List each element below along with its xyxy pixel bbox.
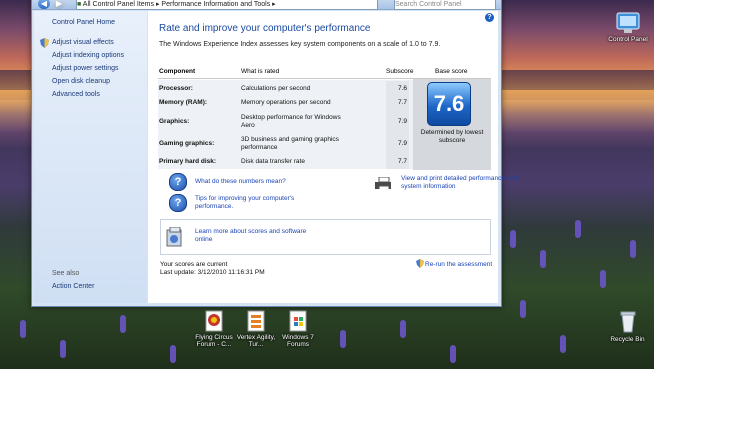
recycle-bin-icon [620,311,635,333]
control-panel-icon [616,12,640,33]
desktop-icon-windows7-forums[interactable]: Windows 7 Forums [278,310,318,348]
score-table: Component What is rated Subscore Base sc… [158,68,491,172]
desktop-background: Control Panel Recycle Bin Flying Circus … [0,0,654,369]
flower-decoration [20,320,26,338]
page-subtitle: The Windows Experience Index assesses ke… [159,41,441,48]
sidebar-control-panel-home[interactable]: Control Panel Home [52,19,115,26]
desktop-icon-vertex[interactable]: Vertex Agility, Tur... [236,310,276,348]
sidebar-item-power[interactable]: Adjust power settings [52,65,119,72]
main-content: ? Rate and improve your computer's perfo… [148,11,518,303]
link-view-print-details[interactable]: View and print detailed performance and … [401,175,526,191]
shield-icon [40,38,49,48]
flower-decoration [600,270,606,288]
help-question-icon[interactable]: ? [169,194,187,212]
sidebar-item-advanced-tools[interactable]: Advanced tools [52,91,100,98]
row-subscore: 7.6 [398,85,408,92]
window-toolbar: ◀ ▶ ■ All Control Panel Items ▸ Performa… [32,0,501,10]
search-input[interactable]: Search Control Panel [394,0,496,10]
document-icon [247,310,265,332]
link-learn-more[interactable]: Learn more about scores and software onl… [195,228,315,244]
flower-decoration [510,230,516,248]
control-panel-crumb-icon: ■ [77,1,82,8]
see-also-heading: See also [52,270,80,277]
row-subscore: 7.7 [398,158,408,165]
row-what: Memory operations per second [241,99,331,106]
header-what-rated: What is rated [241,68,280,75]
flower-decoration [340,330,346,348]
link-what-numbers-mean[interactable]: What do these numbers mean? [195,178,286,186]
windows7-forums-label: Windows 7 Forums [282,334,314,348]
header-base-score: Base score [435,68,468,75]
document-icon [205,310,223,332]
flower-decoration [560,335,566,353]
address-bar[interactable]: ■ All Control Panel Items ▸ Performance … [76,0,378,10]
last-update: Last update: 3/12/2010 11:16:31 PM [160,269,265,276]
back-button[interactable]: ◀ [38,0,50,9]
row-what: Calculations per second [241,85,311,92]
flower-decoration [575,220,581,238]
learn-more-box: Learn more about scores and software onl… [160,219,491,255]
row-component: Graphics: [159,118,190,125]
address-breadcrumb[interactable]: All Control Panel Items ▸ Performance In… [83,1,276,8]
base-score-caption: Determined by lowest subscore [420,129,484,144]
flower-decoration [540,250,546,268]
flower-decoration [400,320,406,338]
sidebar: Control Panel Home Adjust visual effects… [34,11,147,303]
control-panel-label: Control Panel [608,36,648,43]
desktop-icon-recycle-bin[interactable]: Recycle Bin [605,310,650,343]
rerun-assessment-link[interactable]: Re-run the assessment [425,261,492,269]
performance-window: ◀ ▶ ■ All Control Panel Items ▸ Performa… [31,0,518,307]
search-placeholder: Search Control Panel [395,1,462,8]
flower-decoration [630,240,636,258]
flower-decoration [520,300,526,318]
row-what: 3D business and gaming graphics performa… [241,136,339,151]
sidebar-item-indexing[interactable]: Adjust indexing options [52,52,124,59]
shield-icon [416,259,424,268]
flower-decoration [120,315,126,333]
desktop-icon-flying-circus[interactable]: Flying Circus Forum - C... [194,310,234,348]
row-subscore: 7.7 [398,99,408,106]
row-what: Disk data transfer rate [241,158,305,165]
desktop-icon-control-panel[interactable]: Control Panel [608,12,648,43]
software-box-icon [166,227,182,247]
row-component: Primary hard disk: [159,158,217,165]
document-icon [289,310,307,332]
sidebar-item-action-center[interactable]: Action Center [52,283,94,290]
recycle-bin-label: Recycle Bin [610,336,645,343]
sidebar-item-visual-effects[interactable]: Adjust visual effects [52,39,114,46]
row-component: Gaming graphics: [159,140,215,147]
row-what: Desktop performance for Windows Aero [241,114,341,129]
row-component: Memory (RAM): [159,99,208,106]
vertex-label: Vertex Agility, Tur... [236,334,276,348]
flower-decoration [450,345,456,363]
row-component: Processor: [159,85,193,92]
flower-decoration [60,340,66,358]
row-subscore: 7.9 [398,118,408,125]
flying-circus-label: Flying Circus Forum - C... [195,334,233,348]
link-tips-improving[interactable]: Tips for improving your computer's perfo… [195,195,315,211]
page-title: Rate and improve your computer's perform… [159,23,371,34]
row-subscore: 7.9 [398,140,408,147]
scores-status: Your scores are current [160,261,228,268]
base-score-panel: 7.6 Determined by lowest subscore [413,79,491,170]
printer-icon [375,177,391,189]
header-subscore: Subscore [386,68,414,75]
flower-decoration [170,345,176,363]
help-question-icon[interactable]: ? [169,173,187,191]
help-icon[interactable]: ? [485,13,494,22]
header-component: Component [159,68,196,75]
base-score-badge: 7.6 [427,82,471,126]
forward-button[interactable]: ▶ [53,0,65,9]
sidebar-item-disk-cleanup[interactable]: Open disk cleanup [52,78,110,85]
